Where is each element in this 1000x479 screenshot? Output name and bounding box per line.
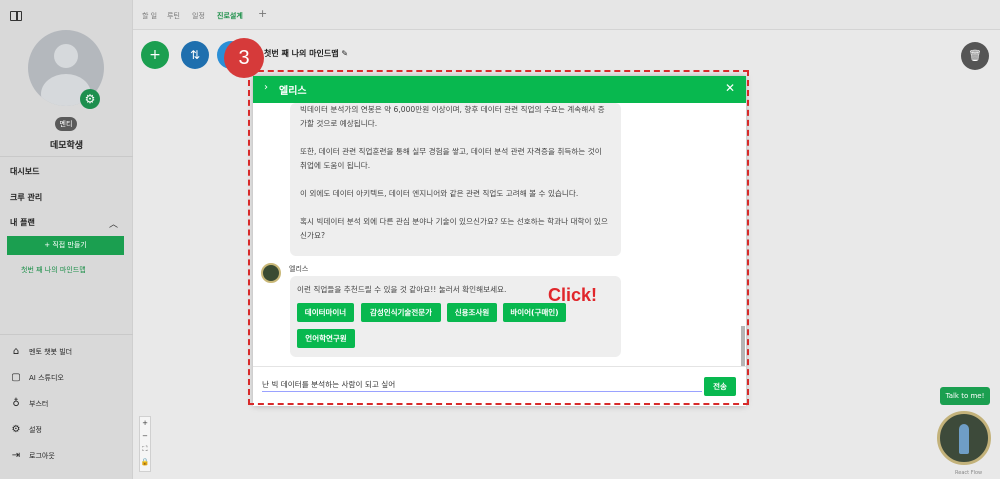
studio-icon: ▢ <box>11 372 21 383</box>
sidebar-item-crew[interactable]: 크루 관리 <box>10 192 42 203</box>
add-tab-button[interactable]: + <box>258 7 267 20</box>
tab-todo[interactable]: 할 일 <box>142 11 157 21</box>
add-node-button[interactable]: + <box>141 41 169 69</box>
sidebar-item-mindmap[interactable]: 첫번 째 나의 마인드맵 <box>21 265 86 275</box>
step-badge: 3 <box>224 38 264 78</box>
reactflow-attribution[interactable]: React Flow <box>955 470 982 476</box>
tab-bar: 할 일 루틴 일정 진로설계 + <box>133 0 1000 30</box>
click-annotation: Click! <box>548 285 598 305</box>
sidebar-item-my-plan[interactable]: 내 플랜 <box>10 217 35 228</box>
tab-career-design[interactable]: 진로설계 <box>217 11 243 21</box>
role-badge: 멘티 <box>55 117 77 131</box>
talk-bubble[interactable]: Talk to me! <box>940 387 990 405</box>
sidebar-toggle-icon[interactable] <box>10 11 22 21</box>
mindmap-title: 첫번 째 나의 마인드맵 ✎ <box>264 49 349 58</box>
sidebar-item-dashboard[interactable]: 대시보드 <box>10 166 39 177</box>
username: 데모학생 <box>49 141 84 151</box>
sidebar-item-chatbot-builder[interactable]: ⌂ 멘토 챗봇 빌더 <box>10 346 72 357</box>
sidebar-item-settings[interactable]: ⚙ 설정 <box>10 424 42 435</box>
tab-schedule[interactable]: 일정 <box>192 11 205 21</box>
chatbot-launcher[interactable] <box>937 411 991 465</box>
sidebar: ⚙ 멘티 데모학생 대시보드 크루 관리 내 플랜 ︿ + 직접 만들기 첫번 … <box>0 0 133 479</box>
tab-routine[interactable]: 루틴 <box>167 11 180 21</box>
robot-icon: ⌂ <box>12 346 20 357</box>
sidebar-item-ai-studio[interactable]: ▢ AI 스튜디오 <box>10 372 64 383</box>
pencil-icon[interactable]: ✎ <box>341 49 348 58</box>
chevron-up-icon[interactable]: ︿ <box>109 217 118 230</box>
booster-icon: ♁ <box>12 398 20 409</box>
logout-icon: ⇥ <box>11 450 21 461</box>
trash-icon[interactable]: 🗑 <box>961 42 989 70</box>
gear-icon[interactable]: ⚙ <box>80 89 100 109</box>
divider <box>0 334 133 335</box>
highlight-frame <box>248 70 749 405</box>
gear-icon: ⚙ <box>11 424 21 435</box>
sidebar-item-booster[interactable]: ♁ 부스터 <box>10 398 48 409</box>
sidebar-item-logout[interactable]: ⇥ 로그아웃 <box>10 450 55 461</box>
sort-icon[interactable]: ⇅ <box>181 41 209 69</box>
zoom-controls[interactable]: + − ⛶ 🔒 <box>139 416 151 472</box>
make-directly-button[interactable]: + 직접 만들기 <box>7 236 124 255</box>
divider <box>0 156 133 157</box>
